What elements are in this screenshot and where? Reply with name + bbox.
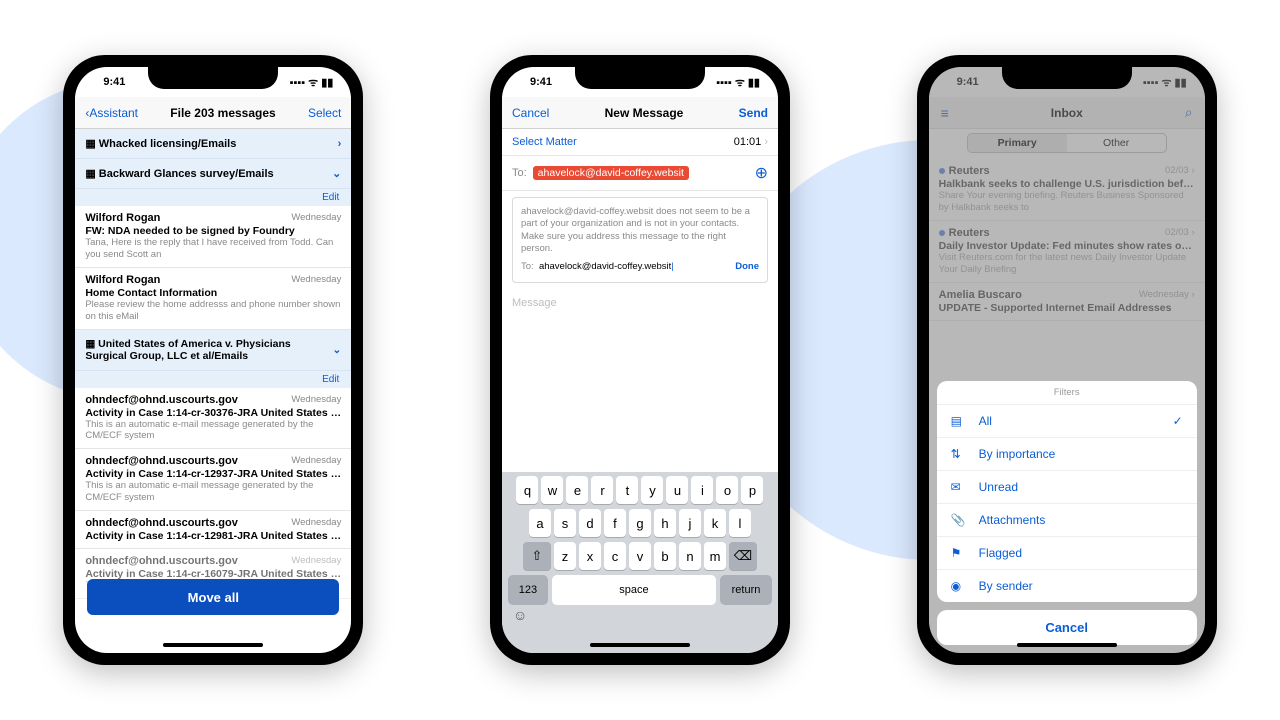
filter-sheet: Filters ▤All✓ ⇅By importance ✉Unread 📎At… <box>937 381 1197 645</box>
folder-row[interactable]: ▦ Whacked licensing/Emails› <box>75 129 351 159</box>
folder-row[interactable]: ▦ Backward Glances survey/Emails⌄ <box>75 159 351 189</box>
folder-row[interactable]: ▦ United States of America v. Physicians… <box>75 330 351 371</box>
home-indicator <box>590 643 690 647</box>
to-field[interactable]: To: ahavelock@david-coffey.websit ⊕ <box>502 156 778 191</box>
status-bar: 9:41 ▪▪▪▪ᯤ▮▮ <box>75 67 351 97</box>
sheet-title: Filters <box>937 381 1197 405</box>
check-icon: ✓ <box>1173 414 1183 428</box>
select-button[interactable]: Select <box>308 106 341 120</box>
emoji-icon[interactable]: ☺ <box>513 607 527 623</box>
edit-button[interactable]: Edit <box>75 189 351 206</box>
message-row[interactable]: ohndecf@ohnd.uscourts.govWednesday Activ… <box>75 388 351 450</box>
add-recipient-icon[interactable]: ⊕ <box>755 163 768 183</box>
nav-bar: ‹Assistant File 203 messages Select <box>75 97 351 129</box>
move-all-button[interactable]: Move all <box>87 579 339 615</box>
flag-icon: ⚑ <box>951 546 969 560</box>
filter-flagged[interactable]: ⚑Flagged <box>937 537 1197 570</box>
cancel-button[interactable]: Cancel <box>512 106 549 120</box>
importance-icon: ⇅ <box>951 447 969 461</box>
nav-bar: Cancel New Message Send <box>502 97 778 129</box>
cancel-button[interactable]: Cancel <box>937 610 1197 645</box>
message-row[interactable]: Wilford RoganWednesday FW: NDA needed to… <box>75 206 351 268</box>
filter-all[interactable]: ▤All✓ <box>937 405 1197 438</box>
all-icon: ▤ <box>951 414 969 428</box>
filter-attachments[interactable]: 📎Attachments <box>937 504 1197 537</box>
home-indicator <box>163 643 263 647</box>
backspace-key[interactable]: ⌫ <box>729 542 757 570</box>
filter-sender[interactable]: ◉By sender <box>937 570 1197 602</box>
recipient-warning: ahavelock@david-coffey.websit does not s… <box>512 197 768 283</box>
message-row[interactable]: ohndecf@ohnd.uscourts.govWednesday Activ… <box>75 449 351 511</box>
filter-importance[interactable]: ⇅By importance <box>937 438 1197 471</box>
send-button[interactable]: Send <box>739 106 768 120</box>
attachment-icon: 📎 <box>951 513 969 527</box>
nav-title: New Message <box>605 106 684 120</box>
shift-key[interactable]: ⇧ <box>523 542 551 570</box>
return-key[interactable]: return <box>720 575 772 605</box>
filter-unread[interactable]: ✉Unread <box>937 471 1197 504</box>
phone-inbox-filters: 9:41 ▪▪▪▪ᯤ▮▮ ≡ Inbox ⌕ Primary Other Reu… <box>917 55 1217 665</box>
keyboard[interactable]: qwertyuiop asdfghjkl ⇧ zxcvbnm ⌫ 123 spa… <box>502 472 778 653</box>
space-key[interactable]: space <box>552 575 716 605</box>
home-indicator <box>1017 643 1117 647</box>
recipient-chip[interactable]: ahavelock@david-coffey.websit <box>533 166 689 180</box>
phone-new-message: 9:41 ▪▪▪▪ᯤ▮▮ Cancel New Message Send Sel… <box>490 55 790 665</box>
nav-title: File 203 messages <box>170 106 275 120</box>
message-row[interactable]: ohndecf@ohnd.uscourts.govWednesday Activ… <box>75 511 351 549</box>
edit-button[interactable]: Edit <box>75 371 351 388</box>
numbers-key[interactable]: 123 <box>508 575 548 605</box>
phone-file-messages: 9:41 ▪▪▪▪ᯤ▮▮ ‹Assistant File 203 message… <box>63 55 363 665</box>
back-button[interactable]: ‹Assistant <box>85 106 138 120</box>
sender-icon: ◉ <box>951 579 969 593</box>
select-matter-row[interactable]: Select Matter 01:01 › <box>502 129 778 156</box>
unread-icon: ✉ <box>951 480 969 494</box>
message-body[interactable]: Message <box>502 289 778 317</box>
done-button[interactable]: Done <box>735 261 759 273</box>
message-row[interactable]: Wilford RoganWednesday Home Contact Info… <box>75 268 351 330</box>
status-bar: 9:41 ▪▪▪▪ᯤ▮▮ <box>502 67 778 97</box>
